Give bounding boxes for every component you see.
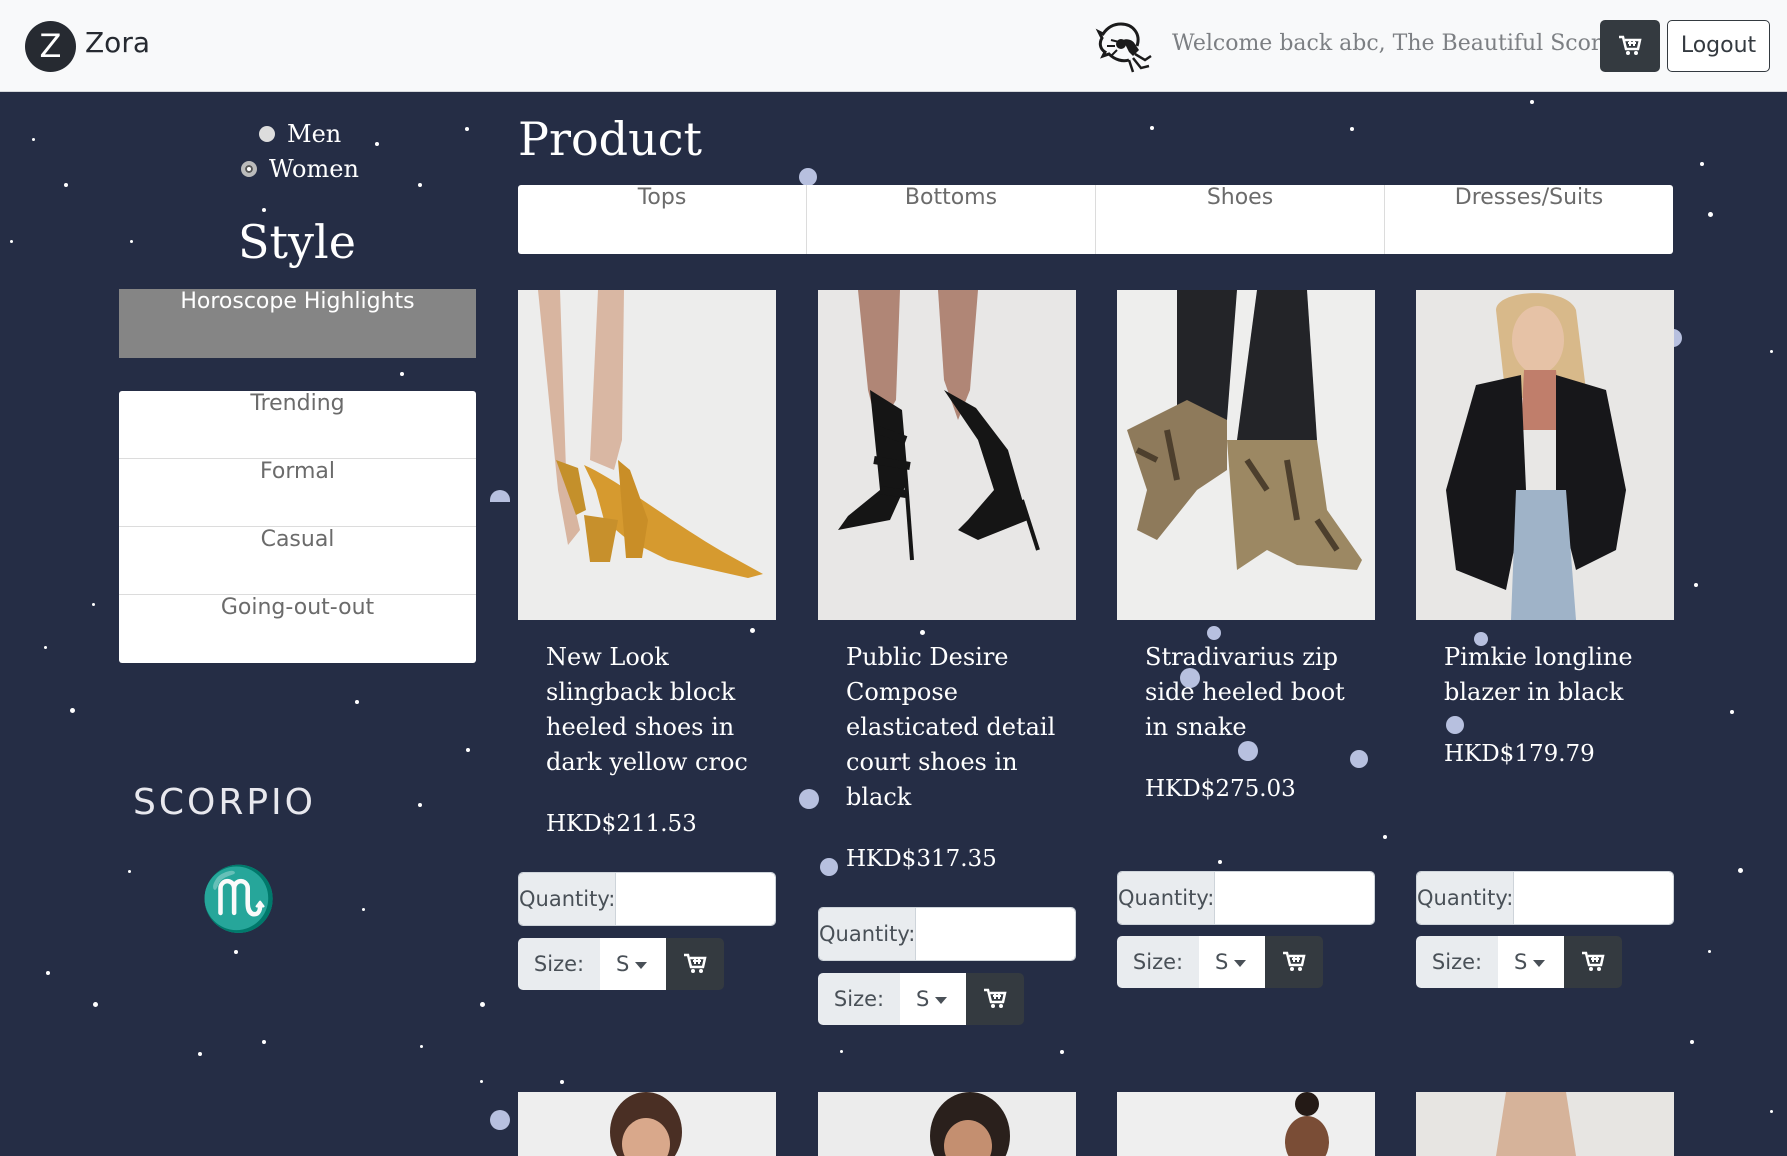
size-label: Size:: [518, 938, 600, 990]
chevron-down-icon: [1533, 959, 1546, 967]
quantity-label: Quantity:: [819, 908, 916, 960]
page-title: Product: [518, 112, 702, 166]
product-image-black-strappy-heels[interactable]: [818, 290, 1076, 620]
cart-icon: [684, 953, 707, 973]
chevron-down-icon: [1234, 959, 1247, 967]
quantity-group: Quantity:: [518, 872, 776, 926]
product-card: New Look slingback block heeled shoes in…: [518, 290, 776, 990]
style-item-going-out-out[interactable]: Going-out-out: [119, 595, 476, 663]
quantity-input[interactable]: [1513, 872, 1673, 924]
size-value: S: [1215, 950, 1229, 974]
tab-dresses-suits[interactable]: Dresses/Suits: [1385, 185, 1673, 254]
quantity-label: Quantity:: [519, 873, 616, 925]
welcome-message: Welcome back abc, The Beautiful Scorpio: [1172, 31, 1636, 56]
category-tabs: Tops Bottoms Shoes Dresses/Suits: [518, 185, 1673, 254]
add-to-cart-button[interactable]: [1564, 936, 1622, 988]
scorpio-symbol-icon: ♏: [200, 862, 278, 935]
product-image-mustard-slingback-heels[interactable]: [518, 290, 776, 620]
style-item-formal[interactable]: Formal: [119, 459, 476, 527]
product-card: Stradivarius zip side heeled boot in sna…: [1117, 290, 1375, 988]
cart-icon: [1283, 951, 1306, 971]
product-price: HKD$179.79: [1444, 741, 1595, 767]
brand-name[interactable]: Zora: [85, 26, 150, 59]
cart-icon: [1619, 35, 1642, 55]
quantity-input[interactable]: [615, 873, 775, 925]
add-to-cart-button[interactable]: [666, 938, 724, 990]
quantity-group: Quantity:: [1416, 871, 1674, 925]
radio-women[interactable]: [241, 161, 257, 177]
size-label: Size:: [818, 973, 900, 1025]
cart-button[interactable]: [1600, 20, 1660, 72]
product-name[interactable]: Pimkie longline blazer in black: [1444, 640, 1654, 710]
zodiac-sign-name: SCORPIO: [133, 782, 316, 823]
size-select[interactable]: S: [900, 973, 966, 1025]
add-to-cart-button[interactable]: [1265, 936, 1323, 988]
size-select[interactable]: S: [1199, 936, 1265, 988]
product-image-row2-2[interactable]: [818, 1092, 1076, 1156]
size-select[interactable]: S: [600, 938, 666, 990]
size-label: Size:: [1416, 936, 1498, 988]
size-group: Size: S: [818, 973, 1024, 1025]
cart-icon: [984, 988, 1007, 1008]
gender-option-women[interactable]: Women: [241, 155, 359, 183]
cart-icon: [1582, 951, 1605, 971]
size-label: Size:: [1117, 936, 1199, 988]
product-image-snakeskin-ankle-boots[interactable]: [1117, 290, 1375, 620]
product-name[interactable]: Public Desire Compose elasticated detail…: [846, 640, 1056, 815]
gender-label-men: Men: [287, 120, 342, 148]
quantity-group: Quantity:: [818, 907, 1076, 961]
add-to-cart-button[interactable]: [966, 973, 1024, 1025]
size-value: S: [916, 987, 930, 1011]
product-image-row2-1[interactable]: [518, 1092, 776, 1156]
product-card: Public Desire Compose elasticated detail…: [818, 290, 1076, 1025]
product-name[interactable]: New Look slingback block heeled shoes in…: [546, 640, 756, 780]
product-image-row2-4[interactable]: [1416, 1092, 1674, 1156]
chevron-down-icon: [935, 996, 948, 1004]
logout-button[interactable]: Logout: [1667, 20, 1770, 72]
size-group: Size: S: [1416, 936, 1622, 988]
tab-shoes[interactable]: Shoes: [1096, 185, 1385, 254]
scorpion-icon: [1095, 22, 1152, 73]
navbar: Z Zora Welcome back abc, The Beautiful S…: [0, 0, 1787, 92]
tab-bottoms[interactable]: Bottoms: [807, 185, 1096, 254]
brand-logo[interactable]: Z: [25, 21, 76, 72]
quantity-group: Quantity:: [1117, 871, 1375, 925]
product-image-row2-3[interactable]: [1117, 1092, 1375, 1156]
size-group: Size: S: [518, 938, 724, 990]
radio-men[interactable]: [259, 126, 275, 142]
chevron-down-icon: [635, 961, 648, 969]
size-select[interactable]: S: [1498, 936, 1564, 988]
size-group: Size: S: [1117, 936, 1323, 988]
style-item-casual[interactable]: Casual: [119, 527, 476, 595]
tab-tops[interactable]: Tops: [518, 185, 807, 254]
quantity-input[interactable]: [1214, 872, 1374, 924]
product-image-woman-black-blazer[interactable]: [1416, 290, 1674, 620]
product-name[interactable]: Stradivarius zip side heeled boot in sna…: [1145, 640, 1355, 745]
style-item-trending[interactable]: Trending: [119, 391, 476, 459]
quantity-input[interactable]: [915, 908, 1075, 960]
product-price: HKD$211.53: [546, 811, 697, 837]
quantity-label: Quantity:: [1118, 872, 1215, 924]
product-card: Pimkie longline blazer in black HKD$179.…: [1416, 290, 1674, 988]
gender-option-men[interactable]: Men: [259, 120, 341, 148]
style-heading: Style: [238, 215, 356, 269]
size-value: S: [1514, 950, 1528, 974]
product-price: HKD$317.35: [846, 846, 997, 872]
style-list: Trending Formal Casual Going-out-out: [119, 391, 476, 663]
horoscope-highlights-button[interactable]: Horoscope Highlights: [119, 289, 476, 358]
gender-label-women: Women: [269, 155, 359, 183]
size-value: S: [616, 952, 630, 976]
quantity-label: Quantity:: [1417, 872, 1514, 924]
product-price: HKD$275.03: [1145, 776, 1296, 802]
